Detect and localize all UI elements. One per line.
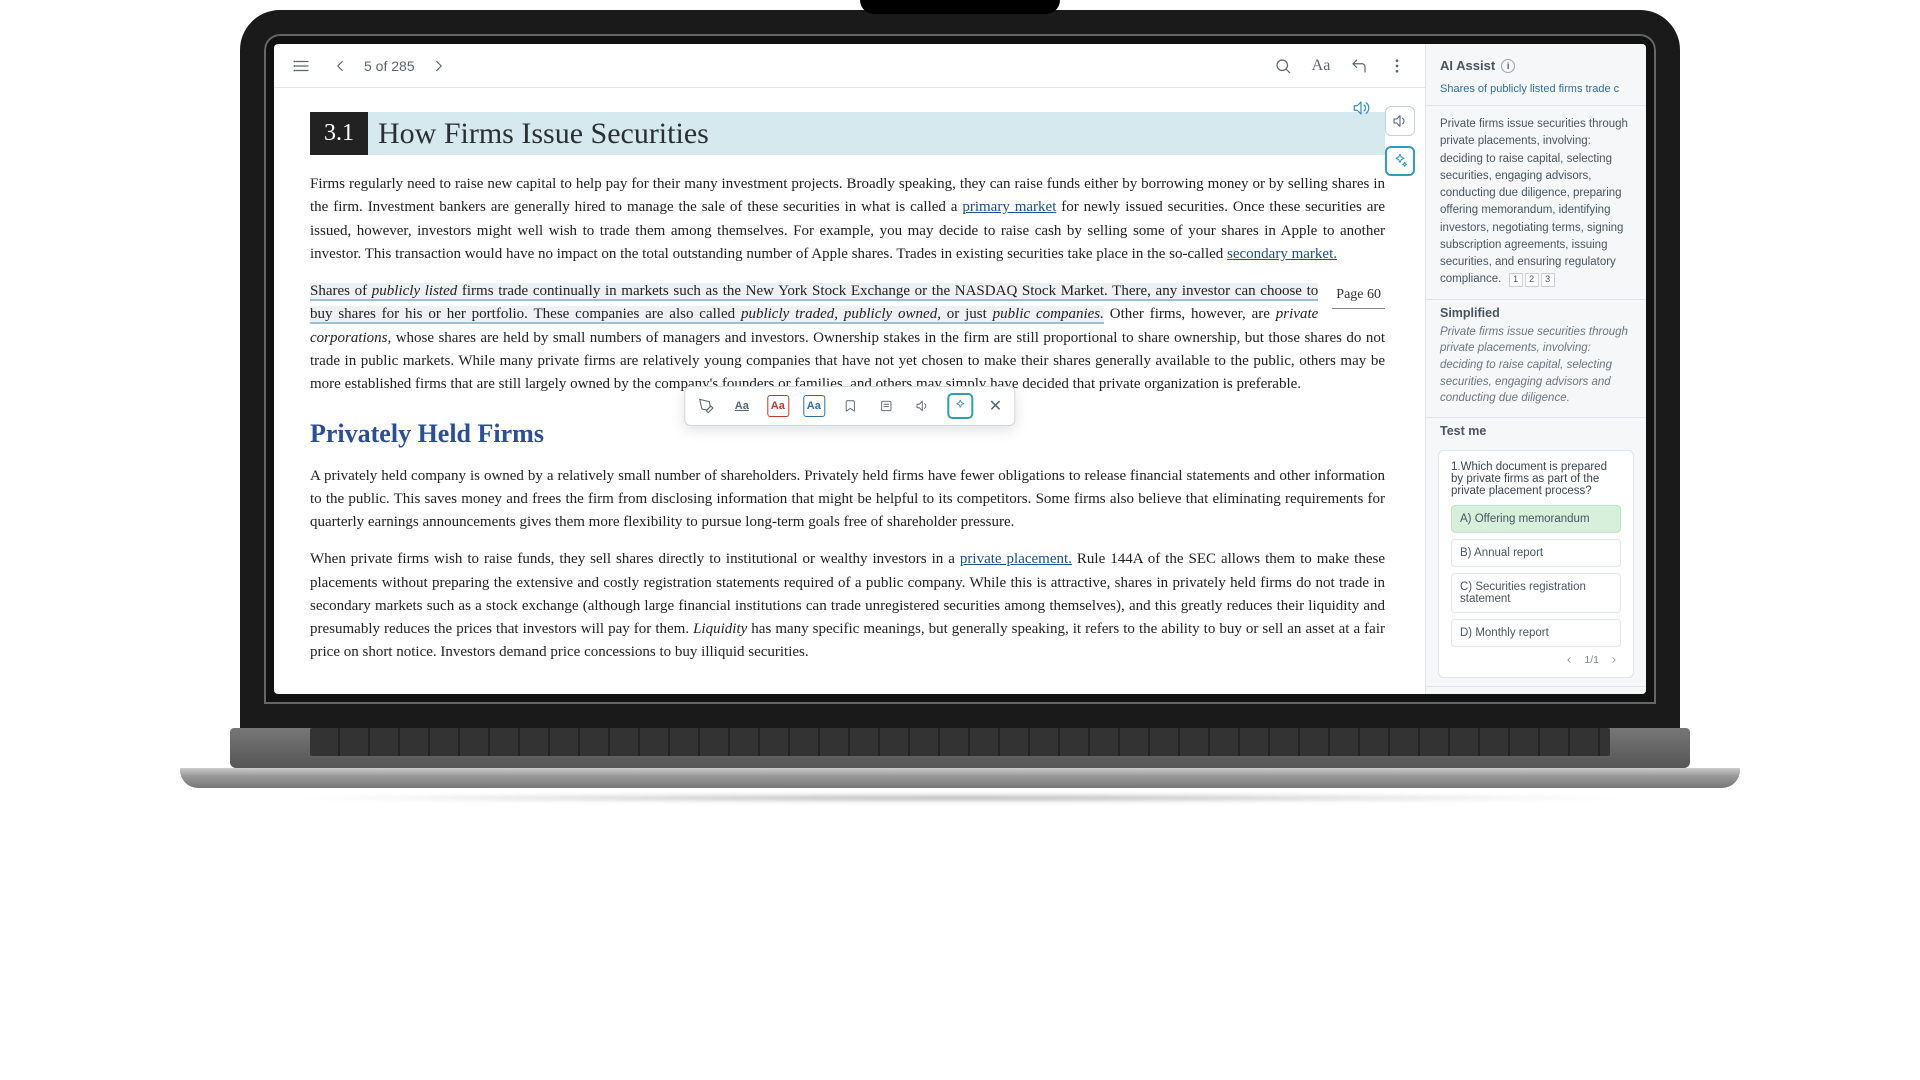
- style-blue-icon[interactable]: Aa: [803, 395, 825, 417]
- speak-selection-icon[interactable]: [911, 395, 933, 417]
- ai-assist-sidebar: AI Assist i Shares of publicly listed fi…: [1426, 44, 1646, 694]
- summary-page-chip[interactable]: 3: [1541, 273, 1555, 287]
- secondary-market-link[interactable]: secondary market.: [1227, 246, 1337, 262]
- paragraph-1: Firms regularly need to raise new capita…: [310, 173, 1385, 266]
- paragraph-4: When private firms wish to raise funds, …: [310, 548, 1385, 664]
- private-placement-link[interactable]: private placement.: [960, 551, 1072, 567]
- read-aloud-top-icon[interactable]: [1347, 94, 1375, 122]
- info-icon[interactable]: i: [1501, 59, 1515, 73]
- simplified-heading: Simplified: [1440, 306, 1632, 320]
- chapter-number: 3.1: [310, 112, 368, 155]
- next-page-icon[interactable]: [425, 52, 453, 80]
- sidebar-title: AI Assist: [1440, 58, 1495, 73]
- audio-float-icon[interactable]: [1385, 106, 1415, 136]
- app-screen: 5 of 285 Aa: [274, 44, 1646, 694]
- chapter-heading: 3.1 How Firms Issue Securities: [310, 112, 1385, 155]
- close-selection-toolbar-icon[interactable]: ✕: [987, 396, 1004, 416]
- paragraph-3: A privately held company is owned by a r…: [310, 465, 1385, 535]
- quiz-option[interactable]: A) Offering memorandum: [1451, 505, 1621, 533]
- reader-pane: 5 of 285 Aa: [274, 44, 1426, 694]
- quiz-option[interactable]: B) Annual report: [1451, 539, 1621, 567]
- selection-toolbar: Aa Aa Aa: [684, 386, 1015, 426]
- note-icon[interactable]: [875, 395, 897, 417]
- quiz-prev-icon[interactable]: [1562, 653, 1576, 667]
- top-toolbar: 5 of 285 Aa: [274, 44, 1425, 88]
- undo-icon[interactable]: [1345, 52, 1373, 80]
- sidebar-summary: Private firms issue securities through p…: [1426, 106, 1646, 300]
- style-red-icon[interactable]: Aa: [767, 395, 789, 417]
- quiz-next-icon[interactable]: [1607, 653, 1621, 667]
- content-area: 3.1 How Firms Issue Securities Firms reg…: [274, 88, 1425, 694]
- ai-float-icon[interactable]: [1385, 146, 1415, 176]
- style-underline-icon[interactable]: Aa: [731, 395, 753, 417]
- laptop-mockup: 5 of 285 Aa: [240, 10, 1680, 802]
- summary-page-chip[interactable]: 2: [1525, 273, 1539, 287]
- testme-heading: Test me: [1440, 424, 1632, 438]
- highlight-pen-icon[interactable]: [695, 395, 717, 417]
- paragraph-2: Shares of publicly listed firms trade co…: [310, 280, 1385, 396]
- bookmark-icon[interactable]: [839, 395, 861, 417]
- chapter-title: How Firms Issue Securities: [378, 117, 709, 151]
- primary-market-link[interactable]: primary market: [962, 199, 1056, 215]
- page-number-float: Page 60: [1332, 282, 1385, 309]
- more-icon[interactable]: [1383, 52, 1411, 80]
- quiz-option[interactable]: C) Securities registration statement: [1451, 573, 1621, 613]
- prev-page-icon[interactable]: [326, 52, 354, 80]
- toc-icon[interactable]: [288, 52, 316, 80]
- text-settings-icon[interactable]: Aa: [1307, 52, 1335, 80]
- simplified-body: Private firms issue securities through p…: [1426, 324, 1646, 418]
- page-indicator: 5 of 285: [364, 58, 415, 74]
- quiz-card: 1.Which document is prepared by private …: [1438, 450, 1634, 678]
- search-icon[interactable]: [1269, 52, 1297, 80]
- summary-page-chip[interactable]: 1: [1509, 273, 1523, 287]
- sidebar-source-link[interactable]: Shares of publicly listed firms trade c: [1426, 83, 1646, 106]
- quiz-pager-label: 1/1: [1584, 654, 1599, 666]
- ai-selection-icon[interactable]: [947, 393, 973, 419]
- quiz-question: 1.Which document is prepared by private …: [1451, 461, 1621, 497]
- quiz-option[interactable]: D) Monthly report: [1451, 619, 1621, 647]
